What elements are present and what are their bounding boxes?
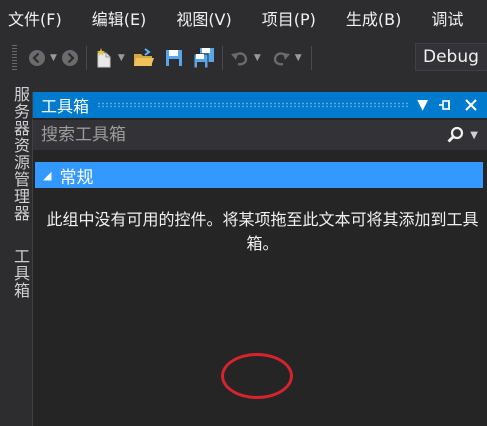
group-label: 常规 [59, 167, 94, 188]
toolbar: ▼ ▼ ▼ ▼ [0, 38, 487, 78]
solution-configuration-select[interactable]: Debug [415, 43, 487, 71]
menu-build[interactable]: 生成(B) [338, 6, 401, 30]
toolbox-search-bar: ▼ [33, 120, 487, 150]
annotation-circle [221, 353, 293, 399]
redo-dropdown-icon[interactable]: ▼ [295, 53, 302, 63]
toolbox-group-general[interactable]: ◢ 常规 [35, 162, 483, 188]
back-icon[interactable] [27, 44, 47, 72]
side-tab-server-explorer[interactable]: 服务器资源管理器 [8, 86, 32, 222]
menu-file[interactable]: 文件(F) [0, 6, 62, 30]
save-all-icon[interactable] [192, 44, 216, 72]
new-project-icon[interactable] [93, 44, 115, 72]
side-tab-strip: 服务器资源管理器 工具箱 [0, 80, 30, 426]
window-position-dropdown-icon[interactable]: ▼ [417, 97, 428, 113]
toolbox-search-input[interactable] [33, 120, 447, 150]
toolbar-separator [85, 46, 87, 70]
collapse-arrow-icon[interactable]: ◢ [43, 169, 51, 182]
title-bar-grip [97, 102, 410, 108]
menu-project[interactable]: 项目(P) [254, 6, 316, 30]
new-project-dropdown-icon[interactable]: ▼ [118, 53, 125, 63]
toolbar-separator [310, 46, 312, 70]
back-dropdown-icon[interactable]: ▼ [50, 53, 57, 63]
empty-group-message: 此组中没有可用的控件。将某项拖至此文本可将其添加到工具箱。 [46, 210, 479, 253]
pin-icon[interactable] [438, 98, 454, 112]
toolbar-grip[interactable] [12, 45, 17, 71]
menu-edit[interactable]: 编辑(E) [84, 6, 147, 30]
redo-icon[interactable] [270, 44, 292, 72]
search-icon[interactable] [446, 125, 466, 145]
undo-dropdown-icon[interactable]: ▼ [254, 53, 261, 63]
undo-icon[interactable] [229, 44, 251, 72]
menu-debug[interactable]: 调试 [423, 6, 463, 30]
menu-view[interactable]: 视图(V) [168, 6, 231, 30]
toolbar-separator [221, 46, 223, 70]
save-icon[interactable] [164, 44, 184, 72]
toolbox-title: 工具箱 [41, 97, 90, 116]
forward-icon[interactable] [60, 44, 80, 72]
search-options-dropdown-icon[interactable]: ▼ [470, 130, 478, 141]
close-icon[interactable] [464, 98, 478, 112]
toolbox-title-bar[interactable]: 工具箱 ▼ [33, 92, 487, 118]
side-tab-toolbox[interactable]: 工具箱 [8, 248, 32, 299]
menu-bar: 文件(F) 编辑(E) 视图(V) 项目(P) 生成(B) 调试 [0, 0, 487, 36]
open-folder-icon[interactable] [132, 44, 156, 72]
